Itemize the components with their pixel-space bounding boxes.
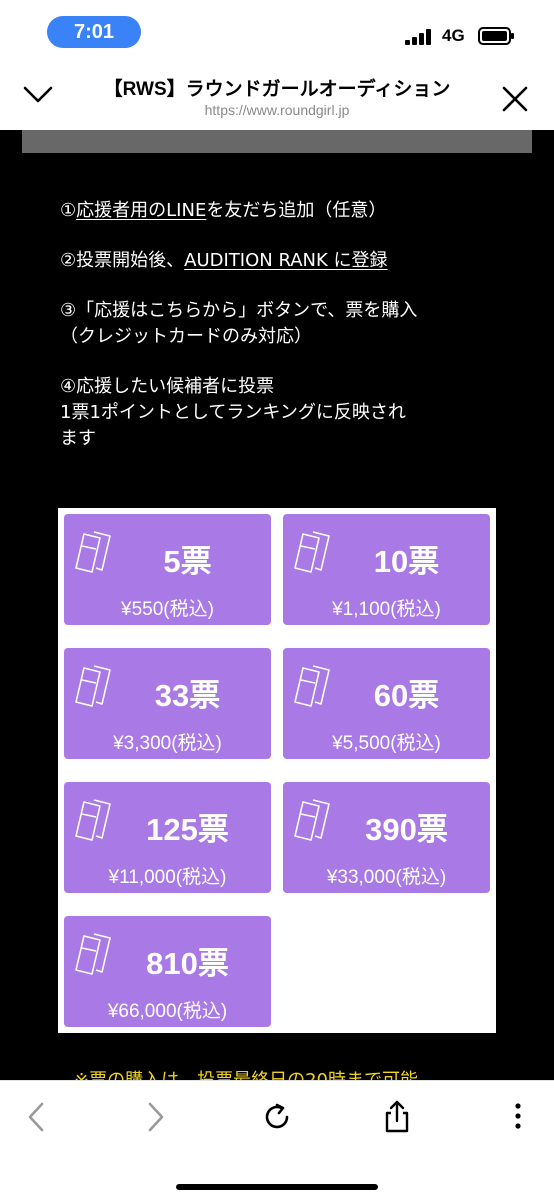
ticket-price: ¥5,500(税込) — [332, 733, 441, 754]
reload-icon[interactable] — [257, 1097, 297, 1137]
battery-icon — [478, 27, 514, 45]
ticket-count: 60票 — [373, 678, 440, 713]
home-indicator — [176, 1184, 378, 1190]
status-bar: 7:01 4G — [0, 0, 554, 58]
step-3-line-1: ③「応援はこちらから」ボタンで、票を購入 — [60, 300, 418, 321]
ticket-count: 125票 — [146, 812, 229, 847]
ticket-10[interactable]: 10票 ¥1,100(税込) — [283, 514, 490, 625]
step-3: ③「応援はこちらから」ボタンで、票を購入 （クレジットカードのみ対応） — [60, 298, 500, 350]
step-1-prefix: ① — [60, 200, 77, 221]
page-content: ①応援者用のLINEを友だち追加（任意） ②投票開始後、AUDITION RAN… — [0, 130, 554, 1080]
chevron-left-icon[interactable] — [16, 1097, 56, 1137]
ticket-810[interactable]: 810票 ¥66,000(税込) — [64, 916, 271, 1027]
chevron-right-icon[interactable] — [136, 1097, 176, 1137]
share-icon[interactable] — [377, 1097, 417, 1137]
ticket-5[interactable]: 5票 ¥550(税込) — [64, 514, 271, 625]
step-4-line-2: 1票1ポイントとしてランキングに反映され — [60, 402, 406, 423]
signal-icon — [405, 29, 435, 45]
network-type: 4G — [442, 26, 465, 45]
gray-banner — [22, 130, 532, 153]
ticket-price: ¥1,100(税込) — [332, 599, 441, 620]
ticket-price: ¥3,300(税込) — [113, 733, 222, 754]
step-2-prefix: ②投票開始後、 — [60, 250, 185, 271]
ticket-count: 390票 — [365, 812, 448, 847]
step-2: ②投票開始後、AUDITION RANK に登録 — [60, 248, 500, 274]
ticket-count: 5票 — [163, 544, 212, 579]
ticket-33[interactable]: 33票 ¥3,300(税込) — [64, 648, 271, 759]
ticket-grid: 5票 ¥550(税込) 10票 ¥1,100(税込) 33票 ¥3,300(税込… — [58, 508, 496, 1033]
ticket-price: ¥66,000(税込) — [107, 1001, 228, 1022]
line-link[interactable]: 応援者用のLINE — [76, 200, 206, 221]
step-1-suffix: を友だち追加（任意） — [206, 200, 387, 221]
ticket-count: 33票 — [154, 678, 221, 713]
audition-rank-link[interactable]: AUDITION RANK に登録 — [184, 250, 387, 271]
ticket-price: ¥550(税込) — [121, 599, 214, 620]
step-4-line-1: ④応援したい候補者に投票 — [60, 376, 275, 397]
ticket-60[interactable]: 60票 ¥5,500(税込) — [283, 648, 490, 759]
status-time[interactable]: 7:01 — [47, 16, 141, 48]
close-icon[interactable] — [500, 84, 530, 114]
instruction-steps: ①応援者用のLINEを友だち追加（任意） ②投票開始後、AUDITION RAN… — [60, 198, 500, 476]
browser-header: 【RWS】ラウンドガールオーディション https://www.roundgir… — [0, 58, 554, 130]
ticket-125[interactable]: 125票 ¥11,000(税込) — [64, 782, 271, 893]
ticket-count: 810票 — [146, 946, 229, 981]
step-4: ④応援したい候補者に投票 1票1ポイントとしてランキングに反映され ます — [60, 374, 500, 452]
page-title: 【RWS】ラウンドガールオーディション — [103, 79, 451, 100]
page-url: https://www.roundgirl.jp — [204, 102, 350, 118]
ticket-price: ¥33,000(税込) — [326, 867, 447, 888]
step-3-line-2: （クレジットカードのみ対応） — [60, 326, 312, 347]
step-4-line-3: ます — [60, 428, 96, 449]
ticket-count: 10票 — [373, 544, 440, 579]
more-vertical-icon[interactable] — [498, 1097, 538, 1137]
ticket-390[interactable]: 390票 ¥33,000(税込) — [283, 782, 490, 893]
purchase-notice: ※票の購入は、投票最終日の20時まで可能 — [74, 1066, 418, 1080]
ticket-price: ¥11,000(税込) — [108, 867, 227, 888]
step-1: ①応援者用のLINEを友だち追加（任意） — [60, 198, 500, 224]
browser-toolbar — [0, 1080, 554, 1200]
